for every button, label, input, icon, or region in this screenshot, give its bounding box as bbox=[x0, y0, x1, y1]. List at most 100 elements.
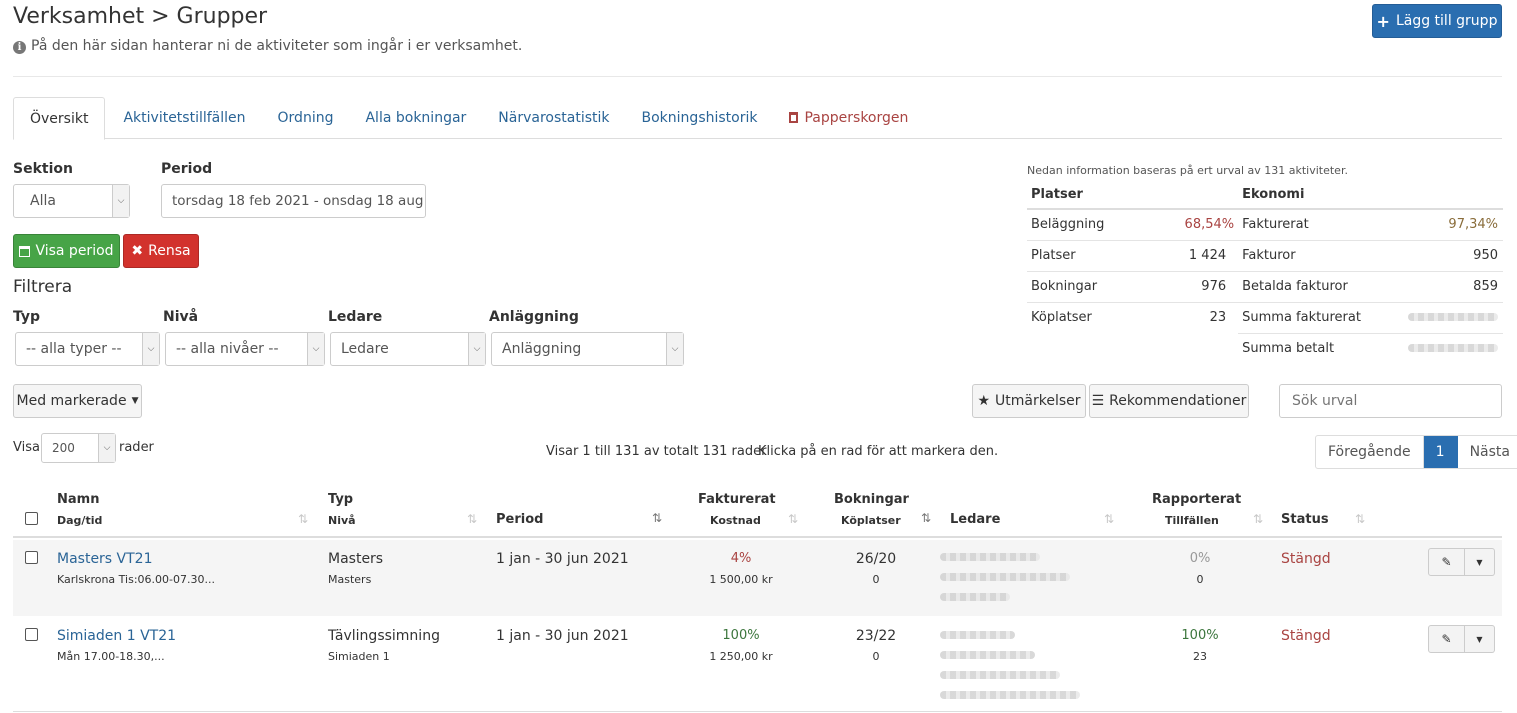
sessions-count: 23 bbox=[1193, 650, 1207, 663]
sort-icon[interactable]: ⇅ bbox=[1104, 512, 1114, 526]
recommendations-button[interactable]: ☰ Rekommendationer bbox=[1089, 384, 1249, 418]
list-icon: ☰ bbox=[1091, 393, 1105, 409]
tab-oversikt[interactable]: Översikt bbox=[13, 97, 106, 140]
tab-papperskorgen[interactable]: Papperskorgen bbox=[773, 97, 924, 139]
col-invoiced[interactable]: Fakturerat bbox=[698, 492, 776, 507]
level-select[interactable]: -- alla nivåer -- ⌵ bbox=[165, 332, 325, 366]
stats-value: 1 424 bbox=[1150, 239, 1239, 271]
row-checkbox[interactable] bbox=[25, 628, 38, 641]
stats-value-redacted bbox=[1386, 301, 1503, 333]
reported-percent: 100% bbox=[1181, 628, 1219, 643]
recommendations-label: Rekommendationer bbox=[1109, 393, 1247, 409]
tab-bokningshistorik[interactable]: Bokningshistorik bbox=[626, 97, 774, 139]
stats-table: Platser Ekonomi Beläggning 68,54% Faktur… bbox=[1027, 181, 1503, 364]
type-select[interactable]: -- alla typer -- ⌵ bbox=[15, 332, 160, 366]
select-all-checkbox[interactable] bbox=[25, 512, 38, 525]
stats-row: Beläggning 68,54% Fakturerat 97,34% bbox=[1027, 208, 1503, 240]
queue-count: 0 bbox=[872, 650, 880, 663]
col-period[interactable]: Period bbox=[496, 512, 543, 527]
pagination: Föregående 1 Nästa bbox=[1315, 435, 1517, 469]
plus-icon: + bbox=[1376, 11, 1390, 31]
sessions-count: 0 bbox=[1196, 573, 1204, 586]
sort-icon[interactable]: ⇅ bbox=[1355, 512, 1365, 526]
col-reported[interactable]: Rapporterat bbox=[1152, 492, 1241, 507]
sort-icon[interactable]: ⇅ bbox=[788, 512, 798, 526]
col-reported-sub: Tillfällen bbox=[1165, 514, 1219, 527]
col-status[interactable]: Status bbox=[1281, 512, 1329, 527]
tab-narvarostatistik[interactable]: Närvarostatistik bbox=[482, 97, 625, 139]
redacted-value bbox=[940, 553, 1040, 561]
stats-value bbox=[1151, 333, 1239, 364]
show-period-button[interactable]: Visa period bbox=[13, 234, 120, 268]
edit-button[interactable]: ✎ bbox=[1428, 548, 1465, 576]
show-period-label: Visa period bbox=[35, 243, 114, 259]
queue-count: 0 bbox=[872, 573, 880, 586]
col-bookings[interactable]: Bokningar bbox=[834, 492, 909, 507]
tab-ordning[interactable]: Ordning bbox=[262, 97, 350, 139]
next-page-button[interactable]: Nästa bbox=[1458, 436, 1517, 468]
clear-button[interactable]: ✖ Rensa bbox=[123, 234, 199, 268]
section-select[interactable]: Alla ⌵ bbox=[13, 184, 130, 218]
filter-title: Filtrera bbox=[13, 277, 73, 297]
col-type-sub: Nivå bbox=[328, 514, 356, 527]
redacted-value bbox=[1408, 313, 1498, 321]
sort-desc-icon[interactable]: ⇅ bbox=[921, 511, 931, 525]
col-type[interactable]: Typ bbox=[328, 492, 353, 507]
stats-platser-header: Platser bbox=[1027, 181, 1239, 210]
close-icon: ✖ bbox=[131, 243, 144, 259]
add-group-button[interactable]: + Lägg till grupp bbox=[1372, 4, 1502, 38]
stats-value: 859 bbox=[1386, 270, 1503, 302]
col-leader[interactable]: Ledare bbox=[950, 512, 1000, 527]
level-label: Nivå bbox=[163, 309, 199, 325]
add-group-label: Lägg till grupp bbox=[1395, 13, 1498, 29]
period-input[interactable]: torsdag 18 feb 2021 - onsdag 18 aug 2021 bbox=[161, 184, 426, 218]
bookings-count: 26/20 bbox=[855, 551, 897, 567]
rows-label: rader bbox=[119, 440, 154, 455]
listing-info: Visar 1 till 131 av totalt 131 rader bbox=[546, 444, 767, 459]
chevron-down-icon: ⌵ bbox=[98, 434, 115, 462]
trash-icon bbox=[789, 112, 799, 123]
facility-label: Anläggning bbox=[489, 309, 579, 325]
row-menu-button[interactable]: ▼ bbox=[1465, 625, 1495, 653]
tab-alla-bokningar[interactable]: Alla bokningar bbox=[349, 97, 482, 139]
facility-select[interactable]: Anläggning ⌵ bbox=[491, 332, 684, 366]
page-1-button[interactable]: 1 bbox=[1423, 436, 1458, 468]
edit-icon: ✎ bbox=[1441, 632, 1452, 646]
edit-icon: ✎ bbox=[1441, 555, 1452, 569]
leader-select-value: Ledare bbox=[341, 341, 389, 357]
leader-select[interactable]: Ledare ⌵ bbox=[330, 332, 486, 366]
tab-aktivitetstillfallen[interactable]: Aktivitetstillfällen bbox=[107, 97, 261, 139]
tab-papperskorgen-label: Papperskorgen bbox=[804, 110, 909, 126]
caret-down-icon: ▼ bbox=[1476, 634, 1483, 644]
page-subtitle-text: På den här sidan hanterar ni de aktivite… bbox=[31, 38, 523, 54]
stats-label: Beläggning bbox=[1027, 208, 1151, 240]
stats-row: Platser 1 424 Fakturor 950 bbox=[1027, 239, 1503, 271]
edit-button[interactable]: ✎ bbox=[1428, 625, 1465, 653]
marked-actions-button[interactable]: Med markerade ▼ bbox=[13, 384, 142, 418]
stats-label: Betalda fakturor bbox=[1238, 270, 1387, 302]
stats-row: Köplatser 23 Summa fakturerat bbox=[1027, 301, 1503, 333]
row-menu-button[interactable]: ▼ bbox=[1465, 548, 1495, 576]
sort-icon[interactable]: ⇅ bbox=[1253, 512, 1263, 526]
sort-asc-icon[interactable]: ⇅ bbox=[652, 511, 662, 525]
col-name[interactable]: Namn bbox=[57, 492, 99, 507]
stats-label: Summa betalt bbox=[1238, 332, 1387, 364]
row-checkbox[interactable] bbox=[25, 551, 38, 564]
sort-icon[interactable]: ⇅ bbox=[298, 512, 308, 526]
page-size-value: 200 bbox=[52, 441, 75, 455]
group-name-link[interactable]: Masters VT21 bbox=[57, 551, 153, 567]
col-bookings-sub: Köplatser bbox=[841, 514, 901, 527]
facility-select-value: Anläggning bbox=[502, 341, 582, 357]
prev-page-button[interactable]: Föregående bbox=[1316, 436, 1424, 468]
page-size-select[interactable]: 200 ⌵ bbox=[41, 433, 116, 463]
group-name-link[interactable]: Simiaden 1 VT21 bbox=[57, 628, 176, 644]
awards-button[interactable]: ★ Utmärkelser bbox=[972, 384, 1086, 418]
redacted-value bbox=[940, 593, 1010, 601]
sort-icon[interactable]: ⇅ bbox=[467, 512, 477, 526]
star-icon: ★ bbox=[977, 393, 991, 409]
redacted-value bbox=[1408, 344, 1498, 353]
search-input[interactable] bbox=[1279, 384, 1502, 418]
stats-note: Nedan information baseras på ert urval a… bbox=[1027, 164, 1348, 177]
group-cost: 1 250,00 kr bbox=[709, 650, 773, 663]
stats-row: Summa betalt bbox=[1027, 332, 1503, 364]
